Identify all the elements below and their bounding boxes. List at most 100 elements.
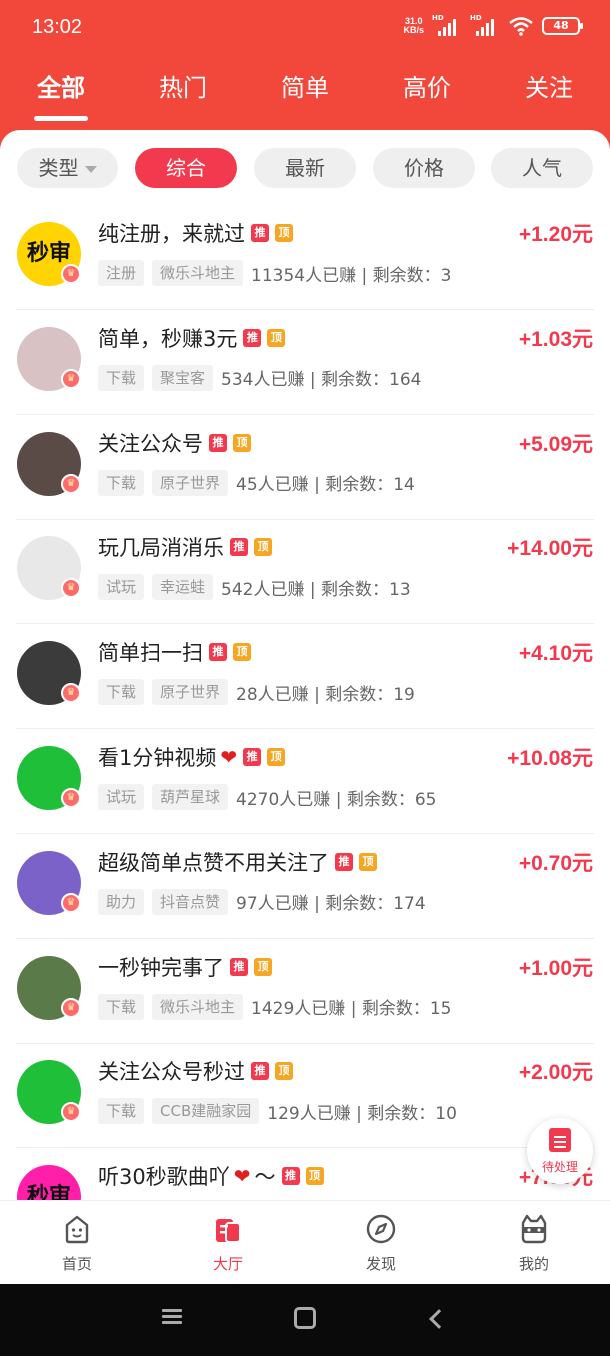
signal-icon: HD	[470, 14, 500, 36]
crown-icon: ♛	[61, 1102, 81, 1123]
back-button[interactable]	[429, 1309, 449, 1329]
task-title-row: 简单扫一扫推顶	[98, 637, 251, 667]
task-item[interactable]: 秒审♛听30秒歌曲吖❤～推顶+7.00元	[0, 1149, 610, 1200]
filter-bar: 类型 综合 最新 价格 人气	[0, 148, 610, 188]
task-app-tag: 葫芦星球	[152, 784, 229, 810]
nav-hall[interactable]: 大厅	[178, 1213, 278, 1274]
main-content: 类型 综合 最新 价格 人气 秒审 ♛ 纯注册，来就过推顶 +1.20元 注册 微乐斗地主…	[0, 130, 610, 1200]
top-badge: 顶	[254, 957, 272, 976]
home-button[interactable]	[294, 1307, 316, 1329]
recommend-badge: 推	[251, 224, 269, 242]
top-badge: 顶	[267, 328, 286, 347]
status-bar: 13:02 31.0 KB/s HD HD 48	[0, 0, 610, 56]
task-title: 关注公众号秒过	[98, 1060, 245, 1085]
task-app-tag: 幸运蛙	[152, 574, 214, 601]
task-reward: +10.08元	[507, 747, 593, 770]
battery-icon: 48	[542, 17, 583, 35]
pending-button[interactable]: 待处理	[527, 1118, 593, 1184]
recommend-badge: 推	[243, 328, 262, 347]
task-title-suffix: ～	[254, 1165, 276, 1190]
nav-home[interactable]: 首页	[27, 1213, 127, 1274]
category-tabs: 全部 热门 简单 高价 关注	[0, 68, 610, 121]
crown-icon: ♛	[61, 264, 81, 284]
recommend-badge: 推	[209, 643, 227, 662]
task-meta-row: 试玩 幸运蛙 542人已赚 | 剩余数：13	[98, 574, 411, 601]
status-time: 13:02	[32, 16, 83, 38]
task-item[interactable]: ♛ 关注公众号推顶 +5.09元 下载 原子世界 45人已赚 | 剩余数：14	[0, 416, 610, 520]
chevron-down-icon	[84, 166, 97, 173]
task-type-tag: 下载	[98, 679, 145, 706]
task-title-row: 关注公众号秒过推顶	[98, 1056, 293, 1086]
task-stats: 28人已赚 | 剩余数：19	[236, 684, 415, 705]
filter-comprehensive[interactable]: 综合	[135, 148, 237, 188]
recommend-badge: 推	[230, 957, 248, 976]
nav-discover[interactable]: 发现	[331, 1213, 431, 1274]
task-title-row: 玩几局消消乐推顶	[98, 532, 272, 562]
tab-follow[interactable]: 关注	[499, 68, 599, 103]
filter-type-dropdown[interactable]: 类型	[17, 148, 118, 188]
task-stats: 97人已赚 | 剩余数：174	[236, 894, 426, 915]
recommend-badge: 推	[209, 433, 227, 452]
task-meta-row: 下载 CCB建融家园 129人已赚 | 剩余数：10	[98, 1098, 457, 1125]
top-badge: 顶	[254, 538, 272, 557]
signal-icon: HD	[432, 14, 462, 36]
task-title-row: 关注公众号推顶	[98, 428, 251, 458]
task-type-tag: 下载	[98, 469, 145, 496]
task-app-tag: 原子世界	[152, 469, 229, 496]
task-reward: +14.00元	[507, 537, 593, 561]
nav-mine[interactable]: 我的	[484, 1213, 584, 1274]
task-type-tag: 助力	[98, 888, 145, 915]
recommend-badge: 推	[230, 538, 248, 557]
task-item[interactable]: ♛ 关注公众号秒过推顶 +2.00元 下载 CCB建融家园 129人已赚 | 剩余数：10	[0, 1044, 610, 1149]
task-type-tag: 试玩	[98, 784, 145, 810]
tab-simple[interactable]: 简单	[255, 68, 355, 103]
recommend-badge: 推	[281, 1167, 300, 1186]
filter-price[interactable]: 价格	[373, 148, 475, 188]
task-stats: 4270人已赚 | 剩余数：65	[236, 789, 437, 810]
recent-apps-button[interactable]	[162, 1309, 182, 1325]
top-badge: 顶	[267, 748, 286, 766]
status-icons: 31.0 KB/s HD HD 48	[403, 14, 583, 36]
network-speed: 31.0 KB/s	[403, 16, 424, 35]
task-title: 纯注册，来就过	[98, 222, 245, 246]
top-badge: 顶	[275, 224, 293, 242]
crown-icon: ♛	[61, 683, 81, 704]
filter-popularity[interactable]: 人气	[491, 148, 593, 188]
crown-icon: ♛	[61, 997, 81, 1018]
task-item[interactable]: ♛ 简单，秒赚3元推顶 +1.03元 下载 聚宝客 534人已赚 | 剩余数：164	[0, 311, 610, 415]
task-stats: 534人已赚 | 剩余数：164	[221, 370, 422, 391]
task-stats: 129人已赚 | 剩余数：10	[267, 1103, 457, 1124]
top-badge: 顶	[275, 1062, 293, 1081]
task-stats: 11354人已赚 | 剩余数：3	[251, 265, 452, 286]
task-item[interactable]: ♛ 一秒钟完事了推顶 +1.00元 下载 微乐斗地主 1429人已赚 | 剩余数：15	[0, 940, 610, 1044]
task-item[interactable]: ♛ 简单扫一扫推顶 +4.10元 下载 原子世界 28人已赚 | 剩余数：19	[0, 625, 610, 730]
tab-high-price[interactable]: 高价	[377, 68, 477, 103]
heart-icon: ❤	[233, 1164, 251, 1189]
task-title-row: 听30秒歌曲吖 ❤ ～ 推顶	[98, 1161, 324, 1191]
task-title: 一秒钟完事了	[98, 955, 224, 980]
task-app-tag: 原子世界	[152, 679, 229, 706]
task-reward: +2.00元	[518, 1061, 593, 1085]
task-title-row: 看1分钟视频 ❤ 推顶	[98, 742, 286, 772]
task-reward: +0.70元	[518, 851, 593, 875]
crown-icon: ♛	[61, 892, 81, 913]
task-meta-row: 注册 微乐斗地主 11354人已赚 | 剩余数：3	[98, 260, 451, 286]
task-item[interactable]: ♛ 看1分钟视频 ❤ 推顶 +10.08元 试玩 葫芦星球 4270人已赚 | 剩余数：65	[0, 730, 610, 834]
task-reward: +1.03元	[518, 327, 593, 351]
task-item[interactable]: 秒审 ♛ 纯注册，来就过推顶 +1.20元 注册 微乐斗地主 11354人已赚 | 剩余数：…	[0, 206, 610, 310]
task-stats: 45人已赚 | 剩余数：14	[236, 475, 415, 496]
task-type-tag: 下载	[98, 993, 145, 1020]
task-item[interactable]: ♛ 超级简单点赞不用关注了推顶 +0.70元 助力 抖音点赞 97人已赚 | 剩余数：17…	[0, 835, 610, 939]
header: 13:02 31.0 KB/s HD HD 48 全部 热门 简单 高价 关注	[0, 0, 610, 150]
tab-hot[interactable]: 热门	[133, 68, 233, 103]
bottom-nav: 首页 大厅 发现 我的	[0, 1200, 610, 1284]
tab-all[interactable]: 全部	[11, 68, 111, 103]
top-badge: 顶	[305, 1167, 324, 1186]
task-item[interactable]: ♛ 玩几局消消乐推顶 +14.00元 试玩 幸运蛙 542人已赚 | 剩余数：13	[0, 520, 610, 625]
task-app-tag: CCB建融家园	[152, 1098, 260, 1125]
filter-newest[interactable]: 最新	[254, 148, 356, 188]
task-app-tag: 聚宝客	[152, 364, 214, 391]
task-stats: 542人已赚 | 剩余数：13	[221, 579, 411, 600]
recommend-badge: 推	[251, 1062, 269, 1081]
task-title-row: 简单，秒赚3元推顶	[98, 323, 286, 353]
